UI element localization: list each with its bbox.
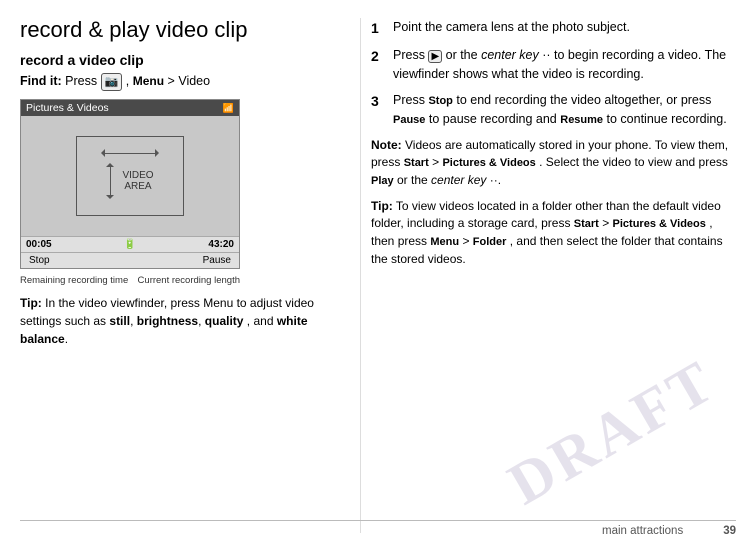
find-it-video: Video: [178, 74, 210, 88]
right-tip-box: Tip: To view videos located in a folder …: [371, 198, 736, 269]
video-area-text: VIDEOAREA: [122, 170, 153, 192]
screen-header-icons: 📶: [223, 103, 234, 114]
steps-list: 1 Point the camera lens at the photo sub…: [371, 18, 736, 129]
video-area-label: VIDEOAREA: [97, 159, 163, 203]
right-tip-menu: Menu: [430, 236, 459, 248]
center-key-italic: center key: [481, 48, 539, 62]
step-1-text: Point the camera lens at the photo subje…: [393, 18, 736, 38]
arrow-up-head: [106, 159, 114, 167]
step-2-num: 2: [371, 46, 389, 83]
signal-icon: 📶: [223, 103, 234, 114]
note-start: Start: [404, 157, 429, 169]
resume-text: Resume: [560, 114, 603, 126]
note-label: Note:: [371, 138, 402, 152]
tip-menu-word: Menu: [203, 296, 233, 310]
right-tip-label: Tip:: [371, 199, 393, 213]
step-3: 3 Press Stop to end recording the video …: [371, 91, 736, 129]
recording-time-current: 43:20: [208, 239, 234, 250]
recording-labels: Remaining recording time Current recordi…: [20, 275, 240, 286]
note-box: Note: Videos are automatically stored in…: [371, 137, 736, 190]
note-center-key: center key: [431, 173, 486, 187]
note-text2: . Select the video to view and press: [539, 155, 728, 169]
pause-text: Pause: [393, 114, 425, 126]
left-column: record & play video clip record a video …: [20, 18, 360, 533]
find-it-label: Find it:: [20, 74, 62, 88]
stop-button-label: Stop: [29, 255, 50, 266]
screen-header: Pictures & Videos 📶: [21, 100, 239, 116]
arrow-horizontal: [97, 149, 163, 157]
left-tip-box: Tip: In the video viewfinder, press Menu…: [20, 294, 342, 348]
tip-quality: quality: [205, 314, 244, 328]
stop-text: Stop: [428, 95, 452, 107]
tip-text1: In the video viewfinder, press: [45, 296, 203, 310]
right-tip-start: Start: [574, 218, 599, 230]
find-it-then: ,: [126, 74, 133, 88]
page-number: 39: [723, 525, 736, 537]
screen-header-title: Pictures & Videos: [26, 102, 109, 114]
section-title: record a video clip: [20, 52, 342, 68]
right-tip-folder: Folder: [473, 236, 507, 248]
step-1-num: 1: [371, 18, 389, 38]
page: record & play video clip record a video …: [0, 0, 756, 547]
note-play: Play: [371, 175, 394, 187]
video-area-box: VIDEOAREA: [76, 136, 184, 216]
footer: main attractions 39: [20, 520, 736, 537]
step-2: 2 Press ▶ or the center key ·· to begin …: [371, 46, 736, 83]
recording-time-remaining: 00:05: [26, 239, 52, 250]
record-key-icon: ▶: [428, 50, 442, 63]
current-recording-label: Current recording length: [138, 275, 240, 286]
remaining-recording-label: Remaining recording time: [20, 275, 128, 286]
find-it-menu: Menu: [133, 74, 164, 88]
find-it-press: Press: [65, 74, 100, 88]
step-3-text: Press Stop to end recording the video al…: [393, 91, 736, 129]
pause-button-label: Pause: [203, 255, 231, 266]
find-it-arrow: >: [168, 74, 179, 88]
screen-body: VIDEOAREA: [21, 116, 239, 236]
arrow-left-head: [97, 149, 105, 157]
screen-footer: Stop Pause: [21, 252, 239, 268]
battery-icon: 🔋: [124, 239, 136, 250]
right-tip-pictures: Pictures & Videos: [613, 218, 706, 230]
step-1: 1 Point the camera lens at the photo sub…: [371, 18, 736, 38]
step-3-num: 3: [371, 91, 389, 129]
arrow-down-head: [106, 195, 114, 203]
camera-key-icon: 📷: [101, 73, 123, 92]
page-title: record & play video clip: [20, 18, 342, 42]
arrow-v-line: [110, 167, 111, 195]
footer-section-label: main attractions: [602, 525, 683, 537]
find-it-line: Find it: Press 📷 , Menu > Video: [20, 72, 342, 91]
tip-brightness: brightness: [137, 314, 198, 328]
screen-status-bar: 00:05 🔋 43:20: [21, 236, 239, 252]
arrow-right-head: [155, 149, 163, 157]
right-column: 1 Point the camera lens at the photo sub…: [360, 18, 736, 533]
tip-still: still: [109, 314, 130, 328]
note-pictures-videos: Pictures & Videos: [442, 157, 535, 169]
tip-label: Tip:: [20, 296, 42, 310]
phone-screen-mockup: Pictures & Videos 📶: [20, 99, 240, 269]
arrow-h-line: [105, 153, 155, 154]
step-2-text: Press ▶ or the center key ·· to begin re…: [393, 46, 736, 83]
